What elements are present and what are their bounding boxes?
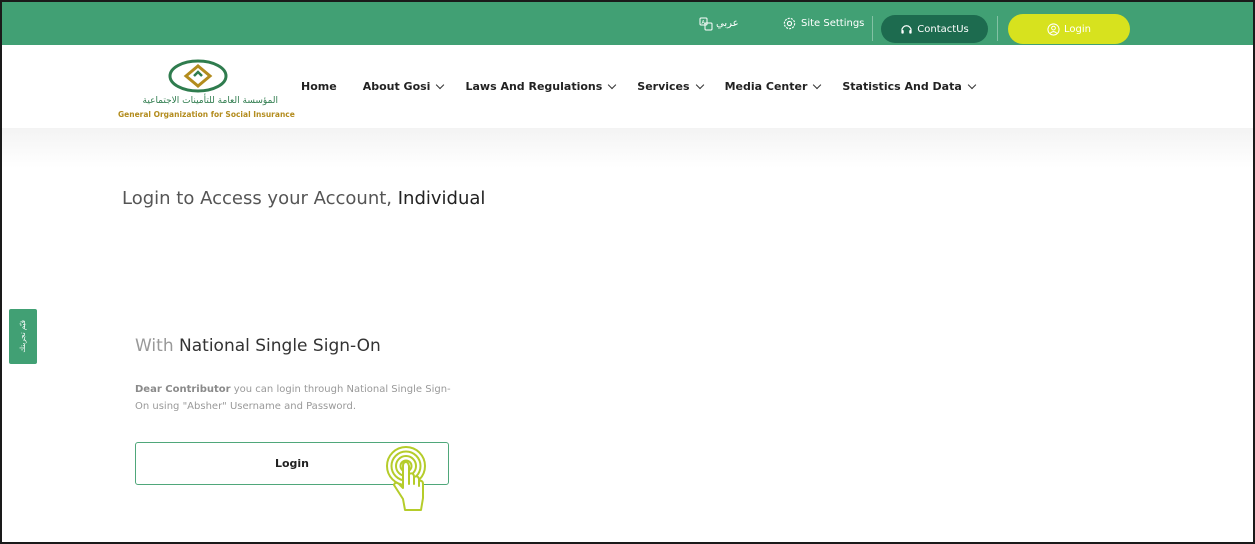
chevron-down-icon: [436, 80, 445, 90]
nav-about-gosi[interactable]: About Gosi: [362, 80, 445, 93]
gosi-logo[interactable]: المؤسسة العامة للتأمينات الاجتماعية Gene…: [118, 59, 295, 123]
gosi-logo-mark-icon: [168, 59, 228, 93]
nav-home[interactable]: Home: [301, 80, 337, 93]
nav-media-center[interactable]: Media Center: [724, 80, 822, 93]
sso-description: Dear Contributor you can login through N…: [135, 381, 455, 415]
header-shadow: [2, 128, 1253, 168]
nav-services[interactable]: Services: [637, 80, 704, 93]
sso-title-main: National Single Sign-On: [179, 336, 381, 356]
sso-description-bold: Dear Contributor: [135, 384, 231, 395]
topbar-divider: [872, 16, 873, 41]
page-title: Login to Access your Account, Individual: [122, 188, 485, 209]
language-switch[interactable]: A عربي: [699, 2, 739, 45]
headset-icon: [901, 24, 913, 34]
user-icon: [1047, 22, 1060, 36]
topbar-divider: [997, 16, 998, 41]
nav-about-gosi-label: About Gosi: [362, 80, 431, 93]
site-settings-label: Site Settings: [801, 18, 865, 29]
svg-text:A: A: [702, 20, 706, 26]
contact-us-label: ContactUs: [917, 23, 969, 35]
site-settings-link[interactable]: Site Settings: [782, 2, 864, 45]
nav-statistics-label: Statistics And Data: [842, 80, 962, 93]
chevron-down-icon: [695, 80, 704, 90]
nav-media-center-label: Media Center: [724, 80, 808, 93]
nav-laws-and-regulations[interactable]: Laws And Regulations: [465, 80, 617, 93]
tap-hand-icon: [386, 446, 426, 511]
nav-statistics-and-data[interactable]: Statistics And Data: [842, 80, 977, 93]
chevron-down-icon: [608, 80, 617, 90]
nav-home-label: Home: [301, 80, 337, 93]
sso-title-prefix: With: [135, 336, 174, 356]
nav-laws-label: Laws And Regulations: [465, 80, 603, 93]
page-frame: A عربي Site Settings ContactUs Login الم…: [0, 0, 1255, 544]
page-title-emphasis: Individual: [397, 188, 486, 209]
page-title-prefix: Login to Access your Account,: [122, 188, 393, 209]
main-nav: Home About Gosi Laws And Regulations Ser…: [301, 45, 977, 128]
logo-arabic-text: المؤسسة العامة للتأمينات الاجتماعية: [142, 96, 278, 106]
logo-english-text: General Organization for Social Insuranc…: [118, 110, 295, 119]
top-bar: A عربي Site Settings ContactUs Login: [2, 2, 1253, 45]
top-login-button[interactable]: Login: [1008, 14, 1130, 44]
feedback-side-tab[interactable]: قيّم تجربتك: [9, 309, 37, 364]
chevron-down-icon: [813, 80, 822, 90]
gear-icon: [783, 17, 796, 30]
sso-title: With National Single Sign-On: [135, 336, 381, 356]
chevron-down-icon: [967, 80, 977, 90]
nav-services-label: Services: [637, 80, 690, 93]
feedback-side-tab-label: قيّم تجربتك: [19, 320, 27, 353]
translate-icon: A: [699, 17, 713, 30]
sso-login-label: Login: [274, 457, 310, 470]
top-login-label: Login: [1064, 23, 1091, 35]
language-label: عربي: [716, 18, 739, 29]
contact-us-button[interactable]: ContactUs: [881, 15, 988, 43]
